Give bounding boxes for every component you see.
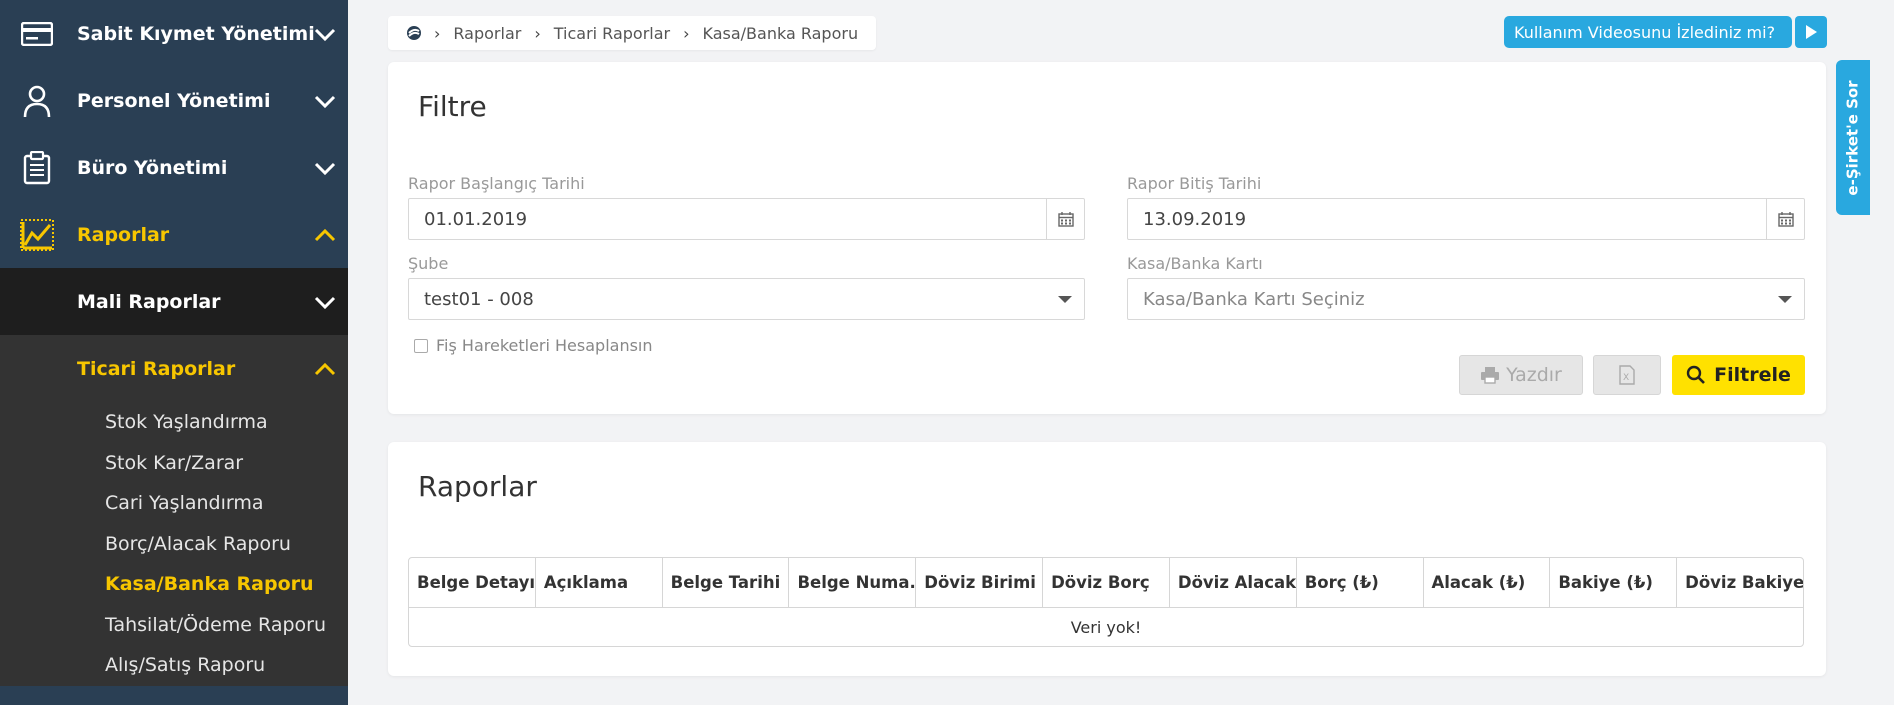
- calc-checkbox-row[interactable]: Fiş Hareketleri Hesaplansın: [414, 336, 653, 355]
- sidebar-submenu: Ticari Raporlar Stok Yaşlandırma Stok Ka…: [0, 335, 348, 686]
- sidebar-item-sabit-kiymet[interactable]: Sabit Kıymet Yönetimi: [0, 0, 348, 67]
- chevron-right-icon: ›: [434, 23, 441, 43]
- search-icon: [1686, 365, 1706, 384]
- sidebar-item-buro[interactable]: Büro Yönetimi: [0, 134, 348, 201]
- column-header[interactable]: Döviz Borç: [1043, 558, 1170, 607]
- caret-down-icon: [1058, 296, 1072, 303]
- play-button[interactable]: [1795, 16, 1827, 48]
- chart-icon: [20, 218, 54, 252]
- branch-label: Şube: [408, 254, 449, 273]
- end-date-value: 13.09.2019: [1143, 208, 1247, 230]
- start-date-label: Rapor Başlangıç Tarihi: [408, 174, 585, 193]
- column-header[interactable]: Belge Tarihi: [663, 558, 790, 607]
- column-header[interactable]: Belge Detayı: [409, 558, 536, 607]
- chevron-down-icon: [314, 95, 336, 108]
- column-header[interactable]: Alacak (₺): [1424, 558, 1551, 607]
- print-label: Yazdır: [1506, 364, 1562, 386]
- account-select[interactable]: Kasa/Banka Kartı Seçiniz: [1127, 278, 1805, 320]
- play-icon: [1806, 25, 1817, 39]
- empty-table-message: Veri yok!: [1070, 617, 1142, 637]
- reports-card: Raporlar Belge Detayı Açıklama Belge Tar…: [388, 442, 1826, 676]
- chevron-up-icon: [314, 228, 336, 241]
- account-label: Kasa/Banka Kartı: [1127, 254, 1263, 273]
- checkbox-label: Fiş Hareketleri Hesaplansın: [436, 336, 653, 355]
- sidebar-item-label: Mali Raporlar: [77, 290, 221, 313]
- chevron-down-icon: [314, 28, 336, 41]
- excel-export-button[interactable]: X: [1593, 355, 1661, 395]
- video-prompt-button[interactable]: Kullanım Videosunu İzlediniz mi?: [1504, 16, 1792, 48]
- calendar-icon[interactable]: [1766, 199, 1804, 239]
- help-tab-label: e-Şirket'e Sor: [1844, 79, 1862, 196]
- excel-icon: X: [1619, 365, 1635, 385]
- reports-table: Belge Detayı Açıklama Belge Tarihi Belge…: [408, 557, 1804, 647]
- svg-text:X: X: [1623, 373, 1629, 383]
- clipboard-icon: [20, 150, 54, 185]
- column-header[interactable]: Döviz Alacak: [1170, 558, 1297, 607]
- filter-label: Filtrele: [1714, 364, 1791, 386]
- sidebar-item-label: Personel Yönetimi: [77, 89, 271, 112]
- table-header: Belge Detayı Açıklama Belge Tarihi Belge…: [409, 558, 1803, 608]
- branch-value: test01 - 008: [424, 288, 534, 310]
- end-date-field[interactable]: 13.09.2019: [1127, 198, 1805, 240]
- end-date-label: Rapor Bitiş Tarihi: [1127, 174, 1262, 193]
- start-date-value: 01.01.2019: [424, 208, 528, 230]
- sidebar-item-label: Ticari Raporlar: [77, 357, 236, 380]
- printer-icon: [1481, 367, 1500, 384]
- sidebar-leaf-stok-kar-zarar[interactable]: Stok Kar/Zarar: [0, 443, 348, 484]
- sidebar-leaf-borc-alacak[interactable]: Borç/Alacak Raporu: [0, 524, 348, 565]
- column-header[interactable]: Döviz Birimi: [916, 558, 1044, 607]
- caret-down-icon: [1778, 296, 1792, 303]
- sidebar-item-label: Büro Yönetimi: [77, 156, 228, 179]
- filter-button[interactable]: Filtrele: [1672, 355, 1805, 395]
- print-button[interactable]: Yazdır: [1459, 355, 1583, 395]
- column-header[interactable]: Bakiye (₺): [1550, 558, 1678, 607]
- sidebar-item-label: Raporlar: [77, 223, 170, 246]
- sidebar-item-mali-raporlar[interactable]: Mali Raporlar: [0, 268, 348, 335]
- help-tab[interactable]: e-Şirket'e Sor: [1836, 60, 1870, 215]
- chevron-up-icon: [314, 362, 336, 375]
- breadcrumb-item: Kasa/Banka Raporu: [702, 23, 859, 43]
- breadcrumb: › Raporlar › Ticari Raporlar › Kasa/Bank…: [388, 16, 876, 50]
- breadcrumb-item[interactable]: Ticari Raporlar: [554, 24, 670, 43]
- logo-icon[interactable]: [406, 25, 422, 41]
- sidebar-item-label: Sabit Kıymet Yönetimi: [77, 22, 315, 45]
- user-icon: [20, 84, 54, 118]
- sidebar-leaf-stok-yaslandirma[interactable]: Stok Yaşlandırma: [0, 402, 348, 443]
- credit-card-icon: [20, 17, 54, 51]
- column-header[interactable]: Döviz Bakiye: [1677, 558, 1803, 607]
- sidebar-leaf-cari-yaslandirma[interactable]: Cari Yaşlandırma: [0, 483, 348, 524]
- chevron-down-icon: [314, 296, 336, 309]
- sidebar-item-personel[interactable]: Personel Yönetimi: [0, 67, 348, 134]
- breadcrumb-item[interactable]: Raporlar: [453, 24, 521, 43]
- filter-title: Filtre: [418, 90, 487, 123]
- account-placeholder: Kasa/Banka Kartı Seçiniz: [1143, 288, 1365, 310]
- filter-card: Filtre Rapor Başlangıç Tarihi 01.01.2019…: [388, 62, 1826, 414]
- chevron-right-icon: ›: [534, 23, 541, 43]
- column-header[interactable]: Açıklama: [536, 558, 663, 607]
- column-header[interactable]: Borç (₺): [1297, 558, 1424, 607]
- chevron-right-icon: ›: [683, 23, 690, 43]
- sidebar-item-raporlar[interactable]: Raporlar: [0, 201, 348, 268]
- sidebar-leaf-tahsilat-odeme[interactable]: Tahsilat/Ödeme Raporu: [0, 605, 348, 646]
- column-header[interactable]: Belge Numa...: [789, 558, 917, 607]
- chevron-down-icon: [314, 162, 336, 175]
- sidebar-item-ticari-raporlar[interactable]: Ticari Raporlar: [0, 335, 348, 402]
- reports-title: Raporlar: [418, 470, 537, 503]
- checkbox[interactable]: [414, 338, 428, 353]
- sidebar-leaf-kasa-banka[interactable]: Kasa/Banka Raporu: [0, 564, 348, 605]
- sidebar-leaf-alis-satis[interactable]: Alış/Satış Raporu: [0, 645, 348, 686]
- sidebar: Sabit Kıymet Yönetimi Personel Yönetimi …: [0, 0, 348, 705]
- branch-select[interactable]: test01 - 008: [408, 278, 1085, 320]
- start-date-field[interactable]: 01.01.2019: [408, 198, 1085, 240]
- calendar-icon[interactable]: [1046, 199, 1084, 239]
